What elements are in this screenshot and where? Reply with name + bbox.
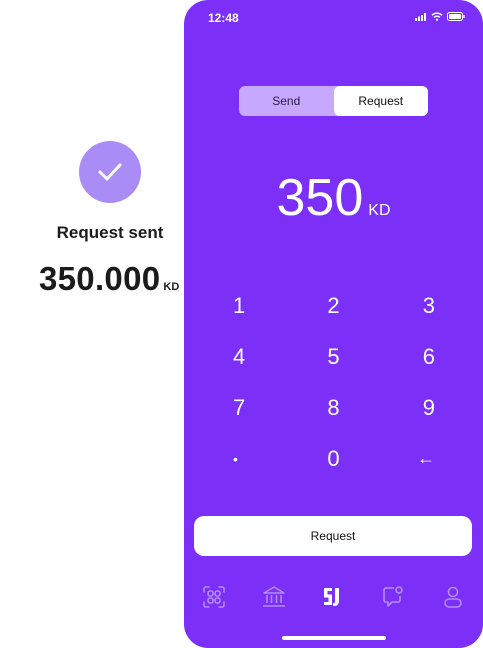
tab-profile[interactable] (433, 580, 473, 614)
key-0[interactable]: 0 (284, 433, 384, 484)
check-circle (79, 141, 141, 203)
check-icon (98, 163, 122, 181)
confirmation-amount: 350.000 KD (39, 260, 179, 298)
amount-currency: KD (368, 202, 391, 219)
keypad-row: • 0 ← (184, 433, 483, 484)
key-6[interactable]: 6 (383, 331, 483, 382)
keypad-row: 4 5 6 (184, 331, 483, 382)
phone-screen: 12:48 Send Request 350 KD 1 2 3 4 5 6 7 … (184, 0, 483, 648)
key-4[interactable]: 4 (184, 331, 284, 382)
key-decimal[interactable]: • (184, 433, 284, 484)
confirmation-amount-value: 350.000 (39, 260, 161, 297)
request-confirmation: Request sent 350.000 KD (0, 0, 183, 648)
signal-icon (415, 12, 426, 21)
tab-bank[interactable] (254, 580, 294, 614)
numeric-keypad: 1 2 3 4 5 6 7 8 9 • 0 ← (184, 280, 483, 484)
chat-icon (383, 586, 404, 607)
tab-scan[interactable] (194, 580, 234, 614)
key-backspace[interactable]: ← (383, 433, 483, 484)
home-indicator (282, 636, 386, 640)
key-7[interactable]: 7 (184, 382, 284, 433)
status-time: 12:48 (208, 11, 239, 25)
bottom-tab-bar (184, 580, 483, 614)
segment-request[interactable]: Request (333, 86, 428, 116)
status-icons (415, 12, 465, 21)
amount-value: 350 (276, 169, 364, 227)
status-bar: 12:48 (184, 0, 483, 34)
tab-home[interactable] (313, 580, 353, 614)
confirmation-currency: KD (163, 281, 180, 293)
scan-icon (203, 586, 225, 608)
segment-send[interactable]: Send (239, 86, 334, 116)
send-request-toggle: Send Request (239, 86, 428, 116)
key-1[interactable]: 1 (184, 280, 284, 331)
key-2[interactable]: 2 (284, 280, 384, 331)
key-9[interactable]: 9 (383, 382, 483, 433)
bank-icon (262, 586, 285, 607)
key-3[interactable]: 3 (383, 280, 483, 331)
battery-icon (447, 12, 465, 21)
key-5[interactable]: 5 (284, 331, 384, 382)
wifi-icon (431, 12, 443, 21)
request-button[interactable]: Request (194, 516, 472, 556)
keypad-row: 1 2 3 (184, 280, 483, 331)
keypad-row: 7 8 9 (184, 382, 483, 433)
amount-display: 350 KD (184, 168, 483, 228)
tab-chat[interactable] (373, 580, 413, 614)
key-8[interactable]: 8 (284, 382, 384, 433)
app-logo-icon (324, 588, 340, 606)
profile-icon (444, 586, 462, 608)
